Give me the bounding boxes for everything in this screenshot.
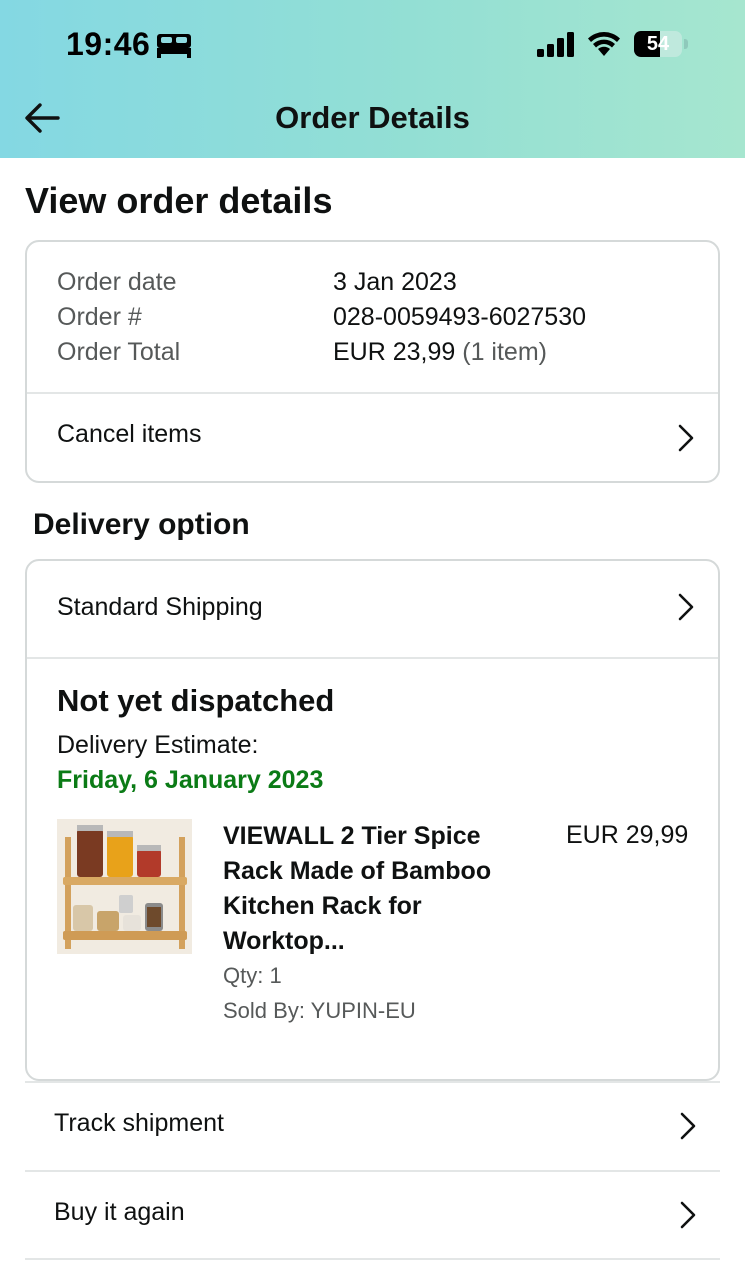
view-order-heading: View order details [25,180,333,221]
buy-it-again-row[interactable]: Buy it again [25,1170,720,1260]
order-number-label: Order # [57,303,142,331]
buy-it-again-label: Buy it again [54,1198,185,1226]
delivery-card: Standard Shipping Not yet dispatched Del… [25,559,720,1081]
spice-rack-product-image[interactable] [57,819,192,954]
chevron-right-icon [680,1201,696,1229]
battery-level: 54 [646,33,670,55]
order-total-value: EUR 23,99 (1 item) [333,338,547,367]
order-date-label: Order date [57,268,177,296]
page-title: Order Details [275,100,470,135]
order-total-label: Order Total [57,338,181,366]
cancel-items-row[interactable]: Cancel items [27,394,718,483]
track-shipment-row[interactable]: Track shipment [25,1081,720,1169]
cellular-signal-icon [537,32,574,57]
status-time: 19:46 [66,26,151,62]
delivery-option-heading: Delivery option [33,508,250,541]
delivery-estimate-label: Delivery Estimate: [57,731,259,759]
divider [27,657,718,659]
shipping-method-label: Standard Shipping [57,593,263,621]
app-header: 19:46 54 Order Details [0,0,745,158]
order-total-amount: EUR 23,99 [333,338,456,366]
dispatch-status: Not yet dispatched [57,683,335,718]
order-date-value: 3 Jan 2023 [333,268,457,296]
chevron-right-icon [678,424,694,452]
order-item-count: (1 item) [462,338,547,366]
track-shipment-label: Track shipment [54,1109,224,1137]
product-price: EUR 29,99 [566,821,689,849]
product-quantity: Qty: 1 [223,963,282,988]
chevron-right-icon [678,593,694,621]
battery-icon: 54 [634,31,688,57]
product-seller: Sold By: YUPIN-EU [223,998,416,1023]
shipping-method-row[interactable]: Standard Shipping [27,561,718,657]
cancel-items-label: Cancel items [57,420,202,448]
delivery-estimate-date: Friday, 6 January 2023 [57,766,324,794]
bed-icon [157,34,191,58]
wifi-icon [588,32,620,56]
chevron-right-icon [680,1112,696,1140]
order-summary-card: Order date 3 Jan 2023 Order # 028-005949… [25,240,720,483]
order-number-value: 028-0059493-6027530 [333,303,587,331]
product-title[interactable]: VIEWALL 2 Tier Spice Rack Made of Bamboo… [223,819,523,959]
